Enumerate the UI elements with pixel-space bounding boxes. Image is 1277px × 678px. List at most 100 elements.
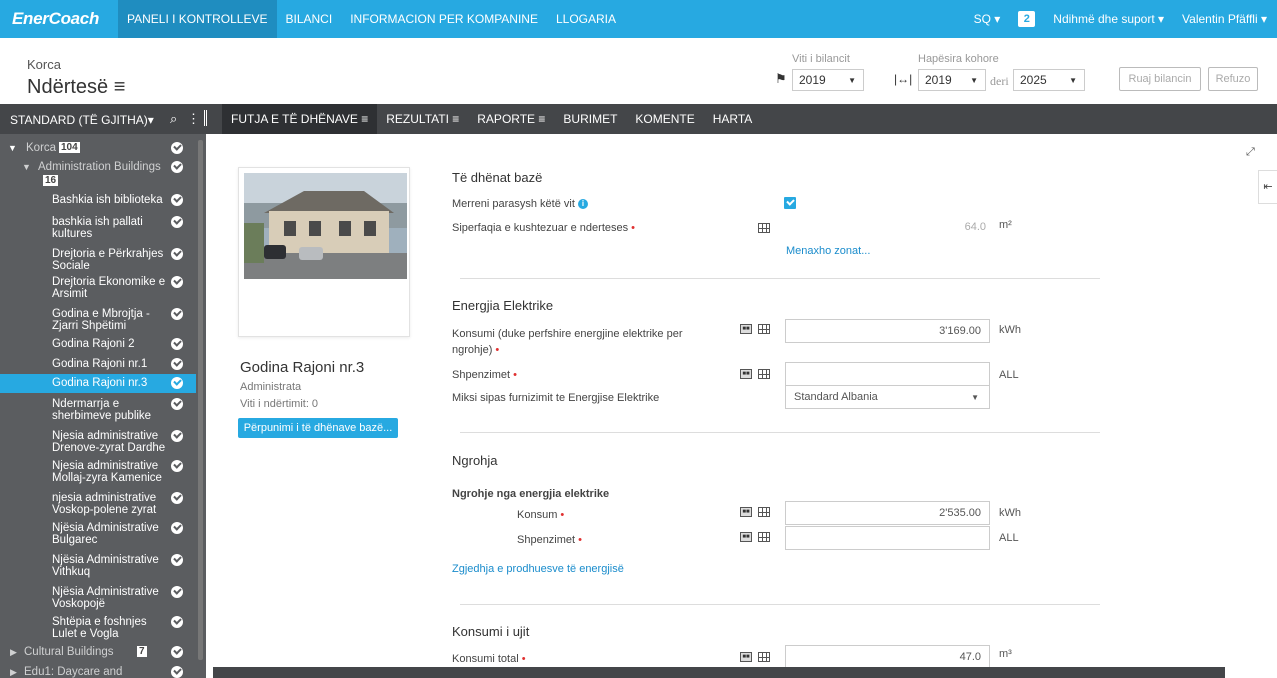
- tree-item[interactable]: Godina Rajoni 2: [0, 338, 196, 354]
- tab-data-entry[interactable]: FUTJA E TË DHËNAVE ≡: [222, 104, 378, 134]
- status-check-icon: [171, 161, 183, 173]
- tab-comments[interactable]: KOMENTE: [626, 104, 703, 134]
- tree-item[interactable]: Drejtoria Ekonomike e Arsimit: [0, 276, 196, 302]
- table-icon[interactable]: [758, 369, 770, 379]
- search-icon[interactable]: ⌕: [170, 111, 177, 127]
- page-title[interactable]: Ndërtesë ≡: [27, 76, 125, 99]
- app-logo[interactable]: EnerCoach: [12, 9, 99, 29]
- tree-group-label: Cultural Buildings: [24, 646, 114, 658]
- info-icon[interactable]: i: [577, 199, 588, 209]
- tree-item[interactable]: Njesia administrative Mollaj-zyra Kameni…: [0, 460, 196, 486]
- sidebar-scrollbar[interactable]: [198, 140, 203, 660]
- nav-balance[interactable]: BILANCI: [277, 0, 342, 38]
- water-total-text: Konsumi total: [452, 653, 519, 665]
- section-title-base: Të dhënat bazë: [452, 170, 543, 185]
- year-label: Viti i bilancit: [792, 53, 850, 65]
- calculator-icon[interactable]: ■■: [740, 507, 752, 517]
- period-from-select[interactable]: 2019 ▼: [918, 69, 986, 91]
- tree-item[interactable]: Njësia Administrative Voskopojë: [0, 586, 196, 612]
- required-marker: •: [495, 344, 500, 356]
- nav-company-info[interactable]: INFORMACION PER KOMPANINE: [341, 0, 547, 38]
- calculator-icon[interactable]: ■■: [740, 324, 752, 334]
- table-icon[interactable]: [758, 652, 770, 662]
- table-icon[interactable]: [758, 507, 770, 517]
- edit-base-data-button[interactable]: Përpunimi i të dhënave bazë...: [238, 418, 398, 438]
- tree-item[interactable]: Bashkia ish biblioteka: [0, 194, 196, 210]
- tree-group-admin[interactable]: ▼ Administration Buildings 16: [0, 161, 196, 189]
- expand-icon[interactable]: ⤢: [1246, 146, 1255, 159]
- collapse-panel-tab[interactable]: ⇤: [1258, 170, 1277, 204]
- water-unit: m³: [999, 648, 1012, 660]
- table-icon[interactable]: [758, 532, 770, 542]
- building-name: Godina Rajoni nr.3: [240, 359, 365, 376]
- area-value: 64.0: [964, 221, 986, 233]
- breadcrumb-location[interactable]: Korca: [27, 57, 61, 72]
- tree-item-label: Njesia administrative Drenove-zyrat Dard…: [52, 430, 166, 454]
- calculator-icon[interactable]: ■■: [740, 652, 752, 662]
- user-menu[interactable]: Valentin Pfäffli ▾: [1182, 12, 1267, 26]
- tree-group-cultural[interactable]: ▶ Cultural Buildings 7: [0, 646, 196, 662]
- tree-item[interactable]: Njësia Administrative Bulgarec: [0, 522, 196, 548]
- elec-consumption-input[interactable]: 3'169.00: [785, 319, 990, 343]
- energy-producers-link[interactable]: Zgjedhja e prodhuesve të energjisë: [452, 563, 624, 575]
- tab-result[interactable]: REZULTATI ≡: [377, 104, 468, 134]
- tree-item[interactable]: Njësia Administrative Vithkuq: [0, 554, 196, 580]
- check-icon: [171, 492, 183, 504]
- nav-account[interactable]: LLOGARIA: [547, 0, 625, 38]
- table-icon[interactable]: [758, 223, 770, 233]
- heat-cost-label: Shpenzimet •: [517, 532, 582, 548]
- tab-sources[interactable]: BURIMET: [554, 104, 626, 134]
- tree-item-label: Ndermarrja e sherbimeve publike: [52, 398, 152, 422]
- tree-item[interactable]: Drejtoria e Përkrahjes Sociale: [0, 248, 196, 274]
- save-balance-button[interactable]: Ruaj bilancin: [1119, 67, 1201, 91]
- period-to-select[interactable]: 2025 ▼: [1013, 69, 1085, 91]
- tree-item-selected[interactable]: Godina Rajoni nr.3: [0, 374, 196, 393]
- mix-select[interactable]: Standard Albania ▼: [785, 385, 990, 409]
- divider: [460, 432, 1100, 433]
- table-icon[interactable]: [758, 324, 770, 334]
- tree-item[interactable]: Njesia administrative Drenove-zyrat Dard…: [0, 430, 196, 456]
- top-bar: EnerCoach PANELI I KONTROLLEVE BILANCI I…: [0, 0, 1277, 38]
- language-select[interactable]: SQ ▾: [974, 12, 1001, 26]
- help-menu[interactable]: Ndihmë dhe suport ▾: [1053, 12, 1164, 26]
- tree-item[interactable]: Godina Rajoni nr.1: [0, 358, 196, 374]
- tree-item[interactable]: Ndermarrja e sherbimeve publike: [0, 398, 196, 424]
- building-photo: [244, 173, 407, 279]
- tree-group-label: Edu1: Daycare and: [24, 666, 123, 678]
- consider-year-text: Merreni parasysh këtë vit: [452, 198, 575, 210]
- tree-item-label: Njësia Administrative Voskopojë: [52, 586, 159, 610]
- tree-item[interactable]: Godina e Mbrojtja - Zjarri Shpëtimi: [0, 308, 196, 334]
- tab-map[interactable]: HARTA: [704, 104, 762, 134]
- heating-subsection-label: Ngrohje nga energjia elektrike: [452, 488, 610, 500]
- chevron-down-icon: ▼: [848, 76, 856, 85]
- heat-consumption-input[interactable]: 2'535.00: [785, 501, 990, 525]
- tree-group-edu[interactable]: ▶ Edu1: Daycare and: [0, 666, 196, 678]
- consider-year-checkbox[interactable]: [784, 197, 796, 209]
- tree-root[interactable]: ▼ Korca 104: [0, 142, 196, 156]
- tree-group-count: 16: [43, 175, 59, 186]
- notification-badge[interactable]: 2: [1018, 11, 1036, 27]
- chevron-down-icon: ▼: [1069, 76, 1077, 85]
- heat-cost-input[interactable]: [785, 526, 990, 550]
- nav-control-panel[interactable]: PANELI I KONTROLLEVE: [118, 0, 277, 38]
- elec-cost-input[interactable]: [785, 362, 990, 386]
- calculator-icon[interactable]: ■■: [740, 532, 752, 542]
- check-icon: [171, 522, 183, 534]
- more-icon[interactable]: ⋮: [187, 111, 200, 127]
- reject-button[interactable]: Refuzo: [1208, 67, 1258, 91]
- tree-item[interactable]: njesia administrative Voskop-polene zyra…: [0, 492, 196, 518]
- top-right-menu: SQ ▾ 2 Ndihmë dhe suport ▾ Valentin Pfäf…: [974, 0, 1267, 38]
- calculator-icon[interactable]: ■■: [740, 369, 752, 379]
- tree-item-label: Godina Rajoni nr.3: [52, 377, 148, 389]
- manage-zones-link[interactable]: Menaxho zonat...: [786, 245, 870, 257]
- filter-select[interactable]: STANDARD (TË GJITHA)▾: [10, 113, 154, 127]
- check-icon: [171, 430, 183, 442]
- tree-root-count: 104: [59, 142, 80, 153]
- check-icon: [171, 398, 183, 410]
- period-from-value: 2019: [925, 73, 952, 87]
- tree-item[interactable]: Shtëpia e foshnjes Lulet e Vogla: [0, 616, 196, 642]
- tree-item[interactable]: bashkia ish pallati kultures: [0, 216, 196, 242]
- tab-reports[interactable]: RAPORTE ≡: [468, 104, 554, 134]
- year-select[interactable]: 2019 ▼: [792, 69, 864, 91]
- water-total-input[interactable]: 47.0: [785, 645, 990, 669]
